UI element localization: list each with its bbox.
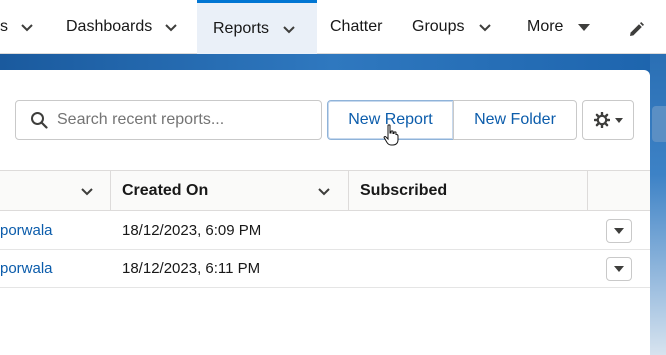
caret-down-icon <box>614 266 624 272</box>
nav-item-label: s <box>0 18 8 35</box>
column-divider[interactable] <box>110 171 111 210</box>
column-divider <box>587 171 588 210</box>
column-header-label: Created On <box>122 181 209 199</box>
side-edge-panel <box>650 54 666 355</box>
column-header-label: Subscribed <box>360 181 448 199</box>
chevron-down-icon[interactable] <box>282 22 296 36</box>
list-view-settings-button[interactable] <box>582 100 634 140</box>
search-placeholder: Search recent reports... <box>57 111 225 128</box>
chevron-down-icon[interactable] <box>478 20 492 34</box>
chevron-down-icon[interactable] <box>80 184 94 198</box>
nav-item-label: Reports <box>213 19 270 37</box>
nav-item-label: Dashboards <box>66 18 153 35</box>
nav-item-label: Groups <box>412 18 465 35</box>
row-actions-button[interactable] <box>606 219 632 243</box>
search-reports-input[interactable]: Search recent reports... <box>15 100 322 140</box>
reports-table-header: Created On Subscribed <box>0 170 650 211</box>
created-on-value: 18/12/2023, 6:11 PM <box>122 260 261 277</box>
chevron-down-icon[interactable] <box>164 20 178 34</box>
nav-item-groups[interactable]: Groups <box>412 0 512 54</box>
gear-icon <box>593 112 610 128</box>
nav-item-chatter[interactable]: Chatter <box>330 0 400 54</box>
nav-item-partial[interactable]: s <box>0 0 40 54</box>
caret-down-icon <box>578 24 591 31</box>
nav-item-label: More <box>527 18 564 35</box>
new-folder-label: New Folder <box>474 111 556 128</box>
top-navigation-bar: s Dashboards Reports Chatter Groups More <box>0 0 666 54</box>
chevron-down-icon[interactable] <box>20 20 34 34</box>
caret-down-icon <box>614 118 623 123</box>
created-on-value: 18/12/2023, 6:09 PM <box>122 222 262 239</box>
created-by-link[interactable]: porwala <box>0 250 53 287</box>
nav-item-dashboards[interactable]: Dashboards <box>66 0 196 54</box>
nav-item-label: Chatter <box>330 18 383 35</box>
created-by-link[interactable]: porwala <box>0 212 53 249</box>
column-header-created-on[interactable]: Created On <box>122 171 342 210</box>
hand-pointer-cursor-icon <box>383 124 399 146</box>
nav-item-more[interactable]: More <box>527 0 607 54</box>
search-icon <box>31 112 48 129</box>
new-folder-button[interactable]: New Folder <box>453 100 577 140</box>
chevron-down-icon[interactable] <box>317 184 331 198</box>
nav-item-reports[interactable]: Reports <box>197 0 317 54</box>
table-row: porwala 18/12/2023, 6:09 PM <box>0 212 650 250</box>
table-row: porwala 18/12/2023, 6:11 PM <box>0 250 650 288</box>
row-actions-button[interactable] <box>606 257 632 281</box>
column-header-subscribed[interactable]: Subscribed <box>360 171 580 210</box>
column-divider[interactable] <box>348 171 349 210</box>
utility-tab[interactable] <box>652 106 666 142</box>
caret-down-icon <box>614 228 624 234</box>
pencil-edit-icon[interactable] <box>627 21 645 39</box>
